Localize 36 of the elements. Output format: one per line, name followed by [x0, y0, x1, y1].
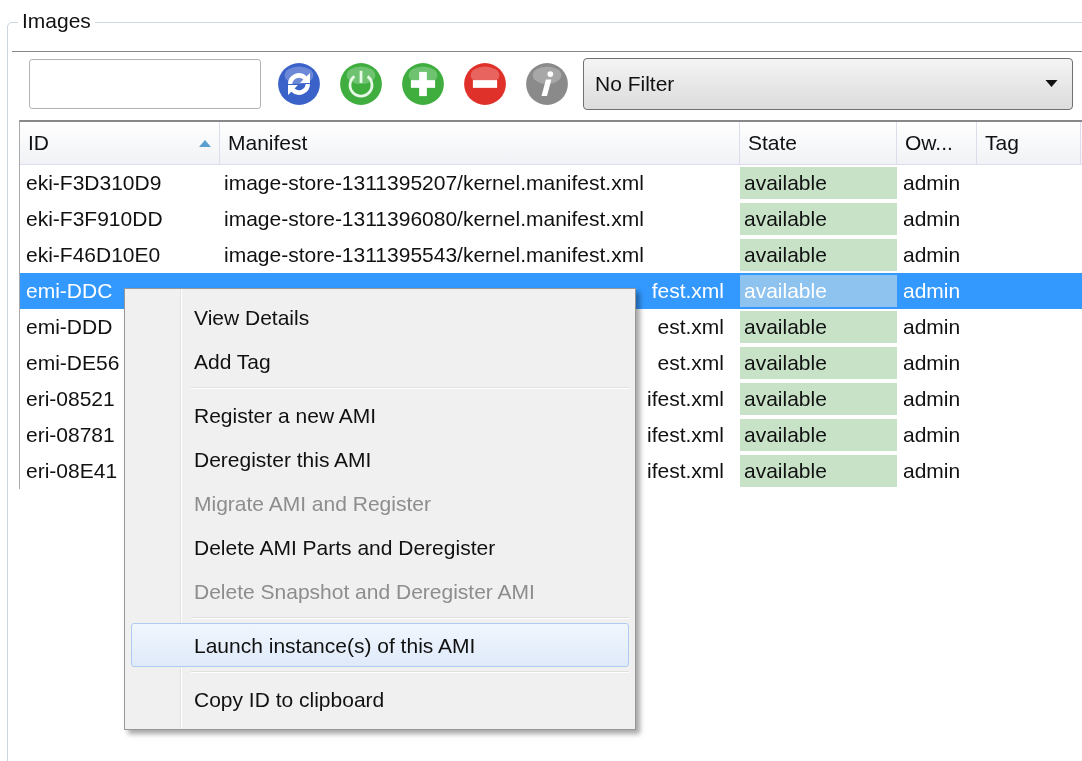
table-cell: emi-DDD: [26, 315, 113, 338]
table-cell: image-store-1311395543/kernel.manifest.xml: [224, 243, 644, 266]
table-cell-text: admin: [902, 422, 962, 448]
table-cell-text: admin: [902, 314, 962, 340]
state-badge: available: [740, 167, 897, 199]
table-cell: image-store-1311395207/kernel.manifest.xml: [224, 171, 644, 194]
table-cell-text: admin: [902, 206, 962, 232]
table-cell-text: admin: [902, 458, 962, 484]
table-cell: fest.xml: [651, 279, 724, 302]
table-cell: ifest.xml: [647, 387, 724, 410]
state-badge: available: [740, 311, 897, 343]
table-cell: est.xml: [657, 315, 724, 338]
state-badge: available: [740, 383, 897, 415]
state-badge: available: [740, 419, 897, 451]
table-cell: eki-F46D10E0: [26, 243, 161, 266]
table-cell: ifest.xml: [647, 459, 724, 482]
table-cell: eri-08781: [26, 423, 115, 446]
table-cell: eki-F3F910DD: [26, 207, 163, 230]
table-cell-text: admin: [902, 350, 962, 376]
table-cell-text: admin: [902, 386, 962, 412]
table-cell: est.xml: [657, 351, 724, 374]
state-badge: available: [740, 347, 897, 379]
table-cell: image-store-1311396080/kernel.manifest.xml: [224, 207, 644, 230]
table-cell: eri-08E41: [26, 459, 118, 482]
table-cell: eki-F3D310D9: [26, 171, 162, 194]
table-cell-text: admin: [902, 170, 962, 196]
state-badge: available: [740, 203, 897, 235]
table-cell-text: admin: [902, 242, 962, 268]
table-cell: emi-DDC: [26, 279, 113, 302]
table-cell-text: admin: [902, 278, 962, 304]
table-cell: ifest.xml: [647, 423, 724, 446]
state-badge: available: [740, 455, 897, 487]
state-badge: available: [740, 239, 897, 271]
table-cell: eri-08521: [26, 387, 115, 410]
table-cell: emi-DE56: [26, 351, 120, 374]
state-badge: available: [740, 275, 897, 307]
